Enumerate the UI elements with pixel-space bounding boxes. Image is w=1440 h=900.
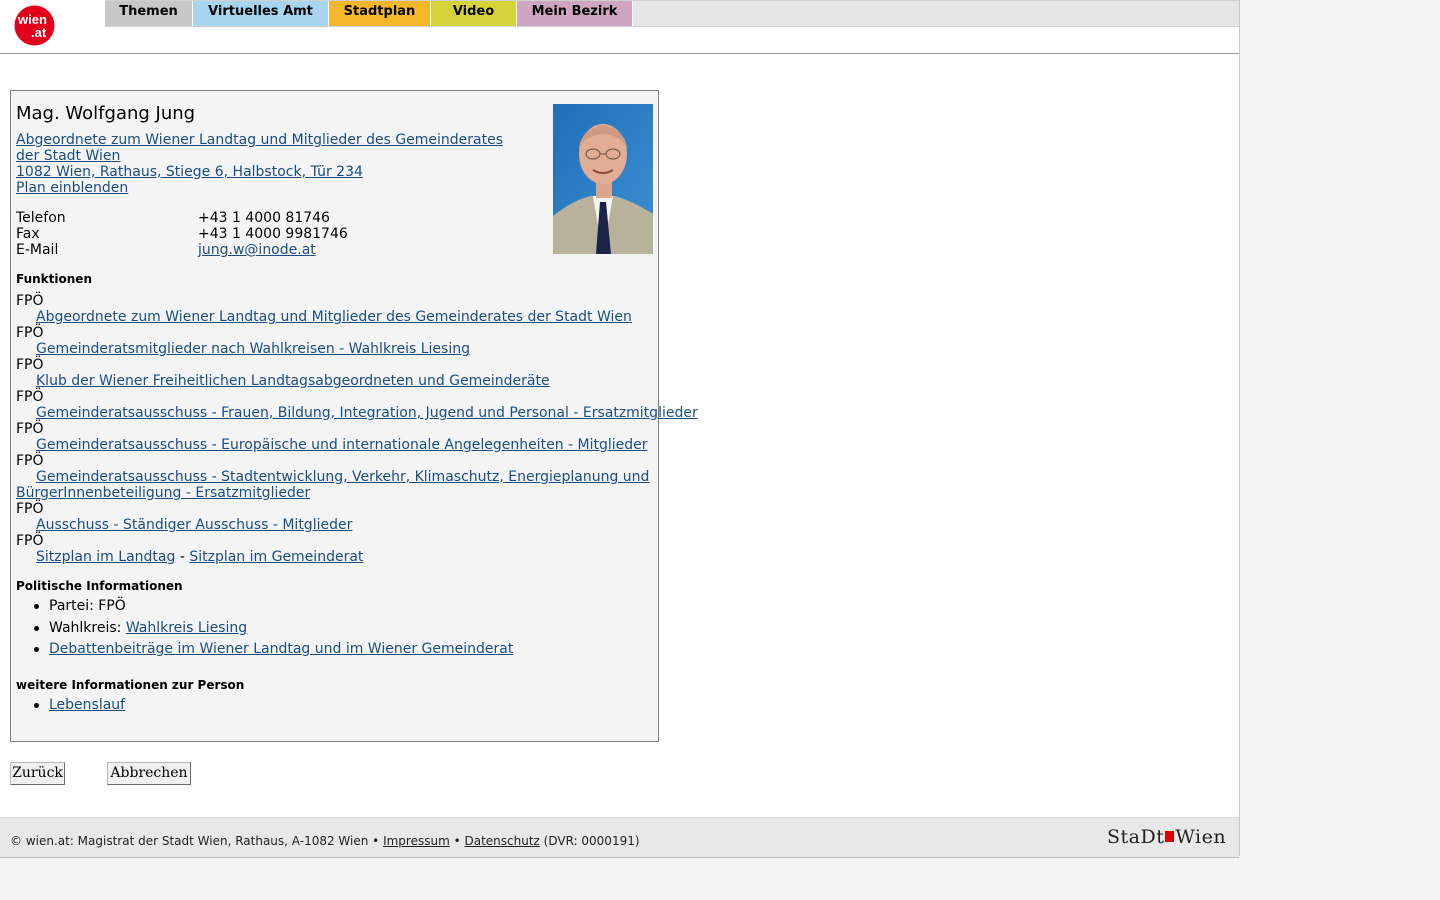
- funktion-party: FPÖ: [16, 389, 44, 405]
- main-navigation: Themen Virtuelles Amt Stadtplan Video Me…: [105, 0, 1239, 27]
- datenschutz-link[interactable]: Datenschutz: [464, 834, 539, 848]
- funktion-link[interactable]: Gemeinderatsmitglieder nach Wahlkreisen …: [36, 341, 470, 357]
- funktion-link-wrap: Abgeordnete zum Wiener Landtag und Mitgl…: [36, 309, 632, 325]
- bullet-icon: [34, 626, 39, 631]
- funktion-party: FPÖ: [16, 421, 44, 437]
- funktion-link-line1[interactable]: Gemeinderatsausschuss - Stadtentwicklung…: [36, 469, 649, 485]
- lebenslauf-link[interactable]: Lebenslauf: [49, 697, 125, 713]
- funktion-link-wrap: BürgerInnenbeteiligung - Ersatzmitgliede…: [16, 485, 310, 501]
- sitzplan-separator: -: [175, 549, 190, 565]
- role-link-wrap: Abgeordnete zum Wiener Landtag und Mitgl…: [16, 132, 506, 164]
- funktionen-heading: Funktionen: [16, 272, 92, 286]
- contact-value-fax: +43 1 4000 9981746: [198, 226, 348, 242]
- wahlkreis-label: Wahlkreis:: [49, 620, 126, 636]
- impressum-link[interactable]: Impressum: [383, 834, 450, 848]
- funktion-link-wrap: Ausschuss - Ständiger Ausschuss - Mitgli…: [36, 517, 352, 533]
- plan-link[interactable]: Plan einblenden: [16, 180, 128, 196]
- funktion-link[interactable]: Gemeinderatsausschuss - Frauen, Bildung,…: [36, 405, 698, 421]
- bullet-icon: [34, 604, 39, 609]
- wien-shield-icon: [1165, 831, 1175, 842]
- email-link[interactable]: jung.w@inode.at: [198, 242, 316, 258]
- logo-text-bottom: .at: [31, 25, 47, 40]
- footer-text: © wien.at: Magistrat der Stadt Wien, Rat…: [10, 834, 640, 848]
- contact-value-phone: +43 1 4000 81746: [198, 210, 330, 226]
- stadt-wien-logo[interactable]: StaDt Wien: [1107, 826, 1226, 848]
- bullet-icon: [34, 703, 39, 708]
- brand-left: StaDt: [1107, 826, 1165, 848]
- funktion-link[interactable]: Klub der Wiener Freiheitlichen Landtagsa…: [36, 373, 550, 389]
- sitzplan-row: Sitzplan im Landtag - Sitzplan im Gemein…: [36, 549, 363, 565]
- footer: © wien.at: Magistrat der Stadt Wien, Rat…: [0, 817, 1239, 858]
- plan-link-wrap: Plan einblenden: [16, 180, 128, 196]
- funktion-party: FPÖ: [16, 357, 44, 373]
- footer-dvr: (DVR: 0000191): [539, 834, 640, 848]
- person-photo: [553, 104, 653, 254]
- contact-label-email: E-Mail: [16, 242, 59, 258]
- funktion-party: FPÖ: [16, 501, 44, 517]
- wahlkreis-row: Wahlkreis: Wahlkreis Liesing: [49, 620, 247, 636]
- funktion-link-wrap: Gemeinderatsmitglieder nach Wahlkreisen …: [36, 341, 470, 357]
- sitzplan-landtag-link[interactable]: Sitzplan im Landtag: [36, 549, 175, 565]
- person-card: Mag. Wolfgang Jung Abgeordnete zum Wiene…: [10, 90, 698, 742]
- funktion-link-wrap: Gemeinderatsausschuss - Frauen, Bildung,…: [36, 405, 698, 421]
- funktion-party: FPÖ: [16, 453, 44, 469]
- address-link-wrap: 1082 Wien, Rathaus, Stiege 6, Halbstock,…: [16, 164, 363, 180]
- footer-separator: •: [449, 834, 465, 848]
- funktion-party: FPÖ: [16, 325, 44, 341]
- lebenslauf-link-wrap: Lebenslauf: [49, 697, 125, 713]
- funktion-link[interactable]: Abgeordnete zum Wiener Landtag und Mitgl…: [36, 309, 632, 325]
- contact-label-fax: Fax: [16, 226, 40, 242]
- tab-mein-bezirk[interactable]: Mein Bezirk: [517, 1, 633, 26]
- sitzplan-gemeinderat-link[interactable]: Sitzplan im Gemeinderat: [189, 549, 363, 565]
- tab-virtuelles-amt[interactable]: Virtuelles Amt: [193, 1, 329, 26]
- politisch-heading: Politische Informationen: [16, 579, 183, 593]
- funktion-link-line2[interactable]: BürgerInnenbeteiligung - Ersatzmitgliede…: [16, 485, 310, 501]
- person-name: Mag. Wolfgang Jung: [16, 103, 196, 124]
- funktion-link[interactable]: Ausschuss - Ständiger Ausschuss - Mitgli…: [36, 517, 352, 533]
- role-link[interactable]: Abgeordnete zum Wiener Landtag und Mitgl…: [16, 132, 503, 164]
- weitere-heading: weitere Informationen zur Person: [16, 678, 245, 692]
- funktion-party: FPÖ: [16, 293, 44, 309]
- header-divider: [0, 53, 1239, 54]
- tab-video[interactable]: Video: [431, 1, 517, 26]
- funktion-link-wrap: Gemeinderatsausschuss - Stadtentwicklung…: [36, 469, 649, 485]
- page: wien .at Themen Virtuelles Amt Stadtplan…: [0, 0, 1240, 858]
- cancel-button[interactable]: Abbrechen: [107, 762, 191, 785]
- funktion-link-wrap: Gemeinderatsausschuss - Europäische und …: [36, 437, 648, 453]
- wahlkreis-link[interactable]: Wahlkreis Liesing: [126, 620, 247, 636]
- debatten-link[interactable]: Debattenbeiträge im Wiener Landtag und i…: [49, 641, 513, 657]
- contact-label-phone: Telefon: [16, 210, 66, 226]
- debatten-link-wrap: Debattenbeiträge im Wiener Landtag und i…: [49, 641, 513, 657]
- funktion-link[interactable]: Gemeinderatsausschuss - Europäische und …: [36, 437, 648, 453]
- bullet-icon: [34, 647, 39, 652]
- footer-copyright: © wien.at: Magistrat der Stadt Wien, Rat…: [10, 834, 384, 848]
- wien-at-logo[interactable]: wien .at: [14, 5, 55, 46]
- brand-right: Wien: [1175, 826, 1227, 848]
- funktion-party: FPÖ: [16, 533, 44, 549]
- address-link[interactable]: 1082 Wien, Rathaus, Stiege 6, Halbstock,…: [16, 164, 363, 180]
- back-button[interactable]: Zurück: [10, 762, 65, 785]
- partei-text: Partei: FPÖ: [49, 598, 126, 614]
- funktion-link-wrap: Klub der Wiener Freiheitlichen Landtagsa…: [36, 373, 550, 389]
- tab-themen[interactable]: Themen: [105, 1, 193, 26]
- contact-value-email-wrap: jung.w@inode.at: [198, 242, 316, 258]
- tab-stadtplan[interactable]: Stadtplan: [329, 1, 431, 26]
